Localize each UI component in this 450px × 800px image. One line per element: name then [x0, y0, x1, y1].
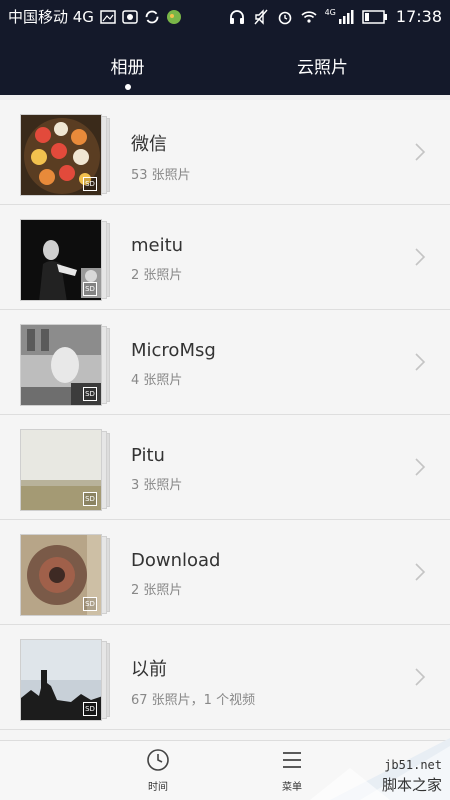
sd-card-icon: SD [83, 492, 97, 506]
chevron-right-icon [415, 458, 426, 476]
album-row[interactable]: SD Download 2 张照片 [0, 520, 450, 625]
album-cover-image: SD [20, 639, 102, 721]
clock: 17:38 [395, 7, 442, 26]
tab-cloud-photos[interactable]: 云照片 [210, 53, 435, 78]
album-count: 3 张照片 [131, 478, 183, 493]
album-count: 67 张照片，1 个视频 [131, 693, 256, 708]
album-name: 微信 [131, 134, 167, 155]
time-view-button[interactable]: 时间 [128, 748, 188, 793]
album-row[interactable]: SD 微信 53 张照片 [0, 100, 450, 205]
album-thumbnail: SD [20, 534, 112, 616]
network-type-label: 4G [324, 8, 336, 17]
album-cover-image: SD [20, 219, 102, 301]
album-name: 以前 [131, 659, 167, 680]
album-cover-image: SD [20, 324, 102, 406]
album-count: 53 张照片 [131, 168, 191, 183]
status-left: 中国移动 4G [8, 6, 182, 27]
carrier-label: 中国移动 4G [8, 8, 94, 26]
status-right: 4G 17:38 [229, 7, 442, 26]
album-name: Download [131, 550, 221, 571]
bottom-nav-bar: 时间 菜单 jb51.net 脚本之家 [0, 738, 450, 800]
headphones-icon [229, 9, 244, 24]
menu-icon [283, 752, 301, 768]
album-row[interactable]: SD meitu 2 张照片 [0, 205, 450, 310]
chevron-right-icon [415, 353, 426, 371]
chevron-right-icon [415, 563, 426, 581]
chevron-right-icon [415, 668, 426, 686]
album-thumbnail: SD [20, 324, 112, 406]
album-thumbnail: SD [20, 639, 112, 721]
album-cover-image: SD [20, 429, 102, 511]
sd-card-icon: SD [83, 282, 97, 296]
app-header: 相册 云照片 [0, 33, 450, 95]
watermark-name: 脚本之家 [381, 776, 442, 794]
album-thumbnail: SD [20, 219, 112, 301]
album-row[interactable]: SD Pitu 3 张照片 [0, 415, 450, 520]
sd-card-icon: SD [83, 702, 97, 716]
clock-icon [147, 749, 169, 771]
chevron-right-icon [415, 143, 426, 161]
gallery-notification-icon [100, 9, 116, 24]
album-cover-image: SD [20, 534, 102, 616]
sd-card-icon: SD [83, 597, 97, 611]
album-thumbnail: SD [20, 114, 112, 196]
watermark-site: jb51.net [384, 758, 442, 772]
album-cover-image: SD [20, 114, 102, 196]
wifi-icon [301, 10, 317, 23]
album-list: SD 微信 53 张照片 SD meitu 2 张照片 SD MicroMsg … [0, 100, 450, 740]
album-name: MicroMsg [131, 340, 216, 361]
mute-icon [254, 8, 268, 25]
album-count: 4 张照片 [131, 373, 183, 388]
signal-icon [338, 9, 354, 24]
album-count: 2 张照片 [131, 268, 183, 283]
app-notification-icon [166, 9, 181, 24]
tab-albums[interactable]: 相册 [15, 53, 240, 90]
watermark: jb51.net 脚本之家 [310, 738, 450, 800]
album-row[interactable]: SD MicroMsg 4 张照片 [0, 310, 450, 415]
battery-icon [362, 9, 387, 24]
album-name: Pitu [131, 445, 165, 466]
alarm-icon [278, 11, 291, 24]
active-tab-indicator [124, 84, 131, 90]
sync-icon [145, 10, 159, 23]
status-bar: 中国移动 4G 4G 17:38 [0, 0, 450, 33]
message-notification-icon [122, 9, 138, 24]
tab-cloud-photos-label: 云照片 [297, 58, 348, 78]
sd-card-icon: SD [83, 177, 97, 191]
album-name: meitu [131, 235, 184, 256]
album-count: 2 张照片 [131, 583, 183, 598]
chevron-right-icon [415, 248, 426, 266]
tab-albums-label: 相册 [110, 58, 145, 78]
album-thumbnail: SD [20, 429, 112, 511]
album-row[interactable]: SD 以前 67 张照片，1 个视频 [0, 625, 450, 730]
sd-card-icon: SD [83, 387, 97, 401]
time-label: 时间 [148, 782, 168, 793]
